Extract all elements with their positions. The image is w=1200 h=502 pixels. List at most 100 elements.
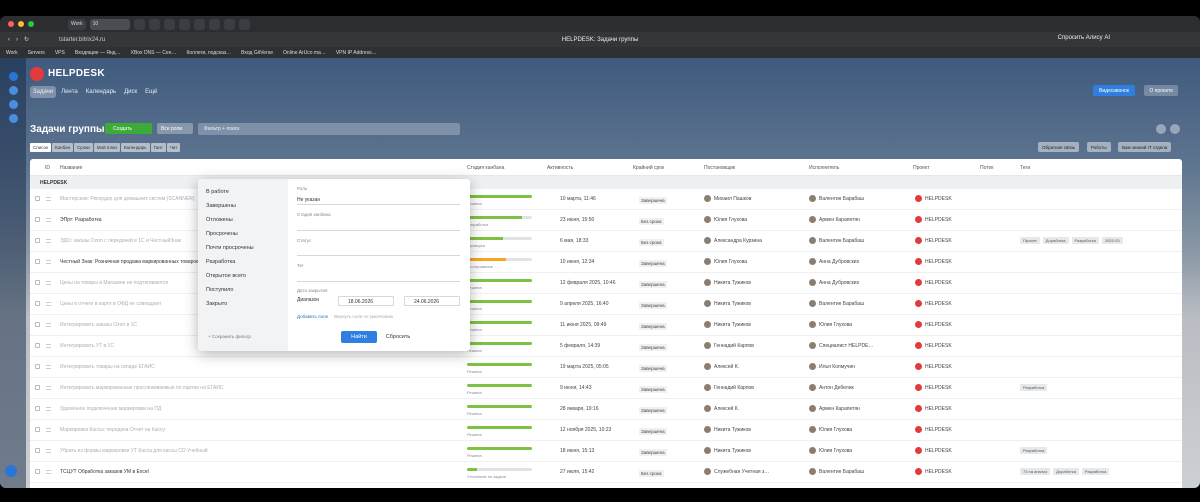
row-checkbox[interactable]: [35, 301, 40, 306]
nav-disk[interactable]: Диск: [121, 86, 140, 98]
deadline-badge[interactable]: Завершена: [639, 197, 667, 204]
tab[interactable]: [193, 18, 205, 30]
deadline-badge[interactable]: Завершена: [639, 386, 667, 393]
reload-icon[interactable]: ↻: [24, 36, 29, 43]
col-flow[interactable]: Поток: [980, 165, 993, 171]
gear-icon[interactable]: [1156, 124, 1166, 134]
about-project-button[interactable]: О проекте: [1144, 85, 1178, 96]
preset-item[interactable]: Поступило: [206, 287, 233, 293]
bookmark[interactable]: Вход GitVerse: [241, 50, 273, 56]
row-checkbox[interactable]: [35, 238, 40, 243]
row-checkbox[interactable]: [35, 196, 40, 201]
table-row[interactable]: Маркировка Кассы: передача Отчет на Касс…: [30, 420, 1182, 441]
view-plan[interactable]: Мой план: [93, 143, 120, 152]
row-menu-icon[interactable]: [46, 218, 51, 222]
assignee[interactable]: Специалист HELPDE…: [809, 342, 873, 349]
assignee[interactable]: Валентин Барабаш: [809, 195, 864, 202]
col-stage[interactable]: Стадия канбана: [467, 165, 504, 171]
pin-icon[interactable]: [1170, 124, 1180, 134]
date-from-input[interactable]: 18.06.2026: [338, 296, 394, 306]
creator[interactable]: Никита Тужиков: [704, 426, 751, 433]
assignee[interactable]: Валентин Барабаш: [809, 300, 864, 307]
forward-icon[interactable]: ›: [16, 37, 18, 43]
stage-select[interactable]: [297, 221, 460, 231]
assignee[interactable]: Антон Дебелик: [809, 384, 854, 391]
bookmark[interactable]: Work: [6, 50, 18, 56]
project-cell[interactable]: HELPDESK: [915, 258, 952, 265]
row-checkbox[interactable]: [35, 448, 40, 453]
restore-fields-link[interactable]: Вернуть поля по умолчанию: [334, 314, 393, 319]
view-kanban[interactable]: Канбан: [51, 143, 74, 152]
creator[interactable]: Никита Тужиков: [704, 321, 751, 328]
create-button[interactable]: Создать: [105, 123, 152, 134]
task-name[interactable]: ТСЦУТ Обработка заказов УМ в Excel: [60, 469, 470, 475]
bookmark[interactable]: Servers: [28, 50, 45, 56]
preset-item[interactable]: Открытое всего: [206, 273, 246, 279]
task-name[interactable]: Маркировка Кассы: передача Отчет на Касс…: [60, 427, 470, 433]
deadline-badge[interactable]: Завершена: [639, 428, 667, 435]
date-to-input[interactable]: 24.06.2026: [404, 296, 460, 306]
table-row[interactable]: Интегрировать товары на складе ЕГАИС Реш…: [30, 357, 1182, 378]
robots-button[interactable]: Роботы: [1087, 142, 1111, 152]
deadline-badge[interactable]: Без срока: [639, 218, 664, 225]
view-deadlines[interactable]: Сроки: [74, 143, 93, 152]
row-checkbox[interactable]: [35, 427, 40, 432]
row-checkbox[interactable]: [35, 322, 40, 327]
view-calendar[interactable]: Календарь: [120, 143, 150, 152]
col-project[interactable]: Проект: [913, 165, 929, 171]
col-id[interactable]: ID: [45, 165, 50, 171]
assignee[interactable]: Армен Карапетян: [809, 405, 860, 412]
row-menu-icon[interactable]: [46, 260, 51, 264]
date-range-select[interactable]: Диапазон: [297, 297, 319, 303]
save-filter-link[interactable]: + Сохранить фильтр: [208, 334, 251, 339]
tag-badge[interactable]: Доработка: [1042, 237, 1069, 244]
tab[interactable]: [148, 18, 160, 30]
chat-icon[interactable]: [9, 100, 18, 109]
alice-button[interactable]: Спросить Алису AI: [1058, 35, 1110, 41]
creator[interactable]: Никита Тужиков: [704, 447, 751, 454]
project-cell[interactable]: HELPDESK: [915, 237, 952, 244]
row-menu-icon[interactable]: [46, 449, 51, 453]
deadline-badge[interactable]: Завершена: [639, 407, 667, 414]
tab[interactable]: [208, 18, 220, 30]
project-cell[interactable]: HELPDESK: [915, 342, 952, 349]
nav-tasks[interactable]: Задачи: [30, 86, 57, 98]
project-cell[interactable]: HELPDESK: [915, 363, 952, 370]
tag-badge[interactable]: Доработка: [1053, 468, 1079, 475]
find-button[interactable]: Найти: [341, 331, 377, 343]
assignee[interactable]: Юлия Глухова: [809, 447, 852, 454]
project-cell[interactable]: HELPDESK: [915, 216, 952, 223]
deadline-badge[interactable]: Завершена: [639, 449, 667, 456]
row-menu-icon[interactable]: [46, 428, 51, 432]
creator[interactable]: Александра Курзина: [704, 237, 762, 244]
row-menu-icon[interactable]: [46, 344, 51, 348]
row-checkbox[interactable]: [35, 280, 40, 285]
preset-item[interactable]: Завершены: [206, 203, 236, 209]
col-creator[interactable]: Постановщик: [704, 165, 735, 171]
deadline-badge[interactable]: Без срока: [639, 470, 664, 477]
video-call-button[interactable]: Видеозвонок: [1093, 85, 1135, 96]
row-checkbox[interactable]: [35, 385, 40, 390]
row-menu-icon[interactable]: [46, 386, 51, 390]
minimize-window-icon[interactable]: [18, 21, 24, 27]
row-menu-icon[interactable]: [46, 239, 51, 243]
tasks-icon[interactable]: [9, 114, 18, 123]
project-cell[interactable]: HELPDESK: [915, 300, 952, 307]
project-cell[interactable]: HELPDESK: [915, 405, 952, 412]
project-cell[interactable]: HELPDESK: [915, 321, 952, 328]
assignee[interactable]: Юлия Глухова: [809, 426, 852, 433]
task-name[interactable]: Удаленное подключение маркировки на ПД: [60, 406, 470, 412]
row-checkbox[interactable]: [35, 406, 40, 411]
creator[interactable]: Юлия Глухова: [704, 258, 747, 265]
preset-item[interactable]: Разработка: [206, 259, 235, 265]
nav-calendar[interactable]: Календарь: [83, 86, 119, 98]
nav-more[interactable]: Ещё: [142, 86, 160, 98]
tab[interactable]: [223, 18, 235, 30]
table-row[interactable]: Убрать из формы маркировки УТ Касса для …: [30, 441, 1182, 462]
preset-item[interactable]: Почти просрочены: [206, 245, 254, 251]
tag-input[interactable]: [297, 272, 460, 282]
tab[interactable]: [178, 18, 190, 30]
row-checkbox[interactable]: [35, 343, 40, 348]
reset-button[interactable]: Сбросить: [384, 331, 412, 343]
assignee[interactable]: Валентин Барабаш: [809, 237, 864, 244]
